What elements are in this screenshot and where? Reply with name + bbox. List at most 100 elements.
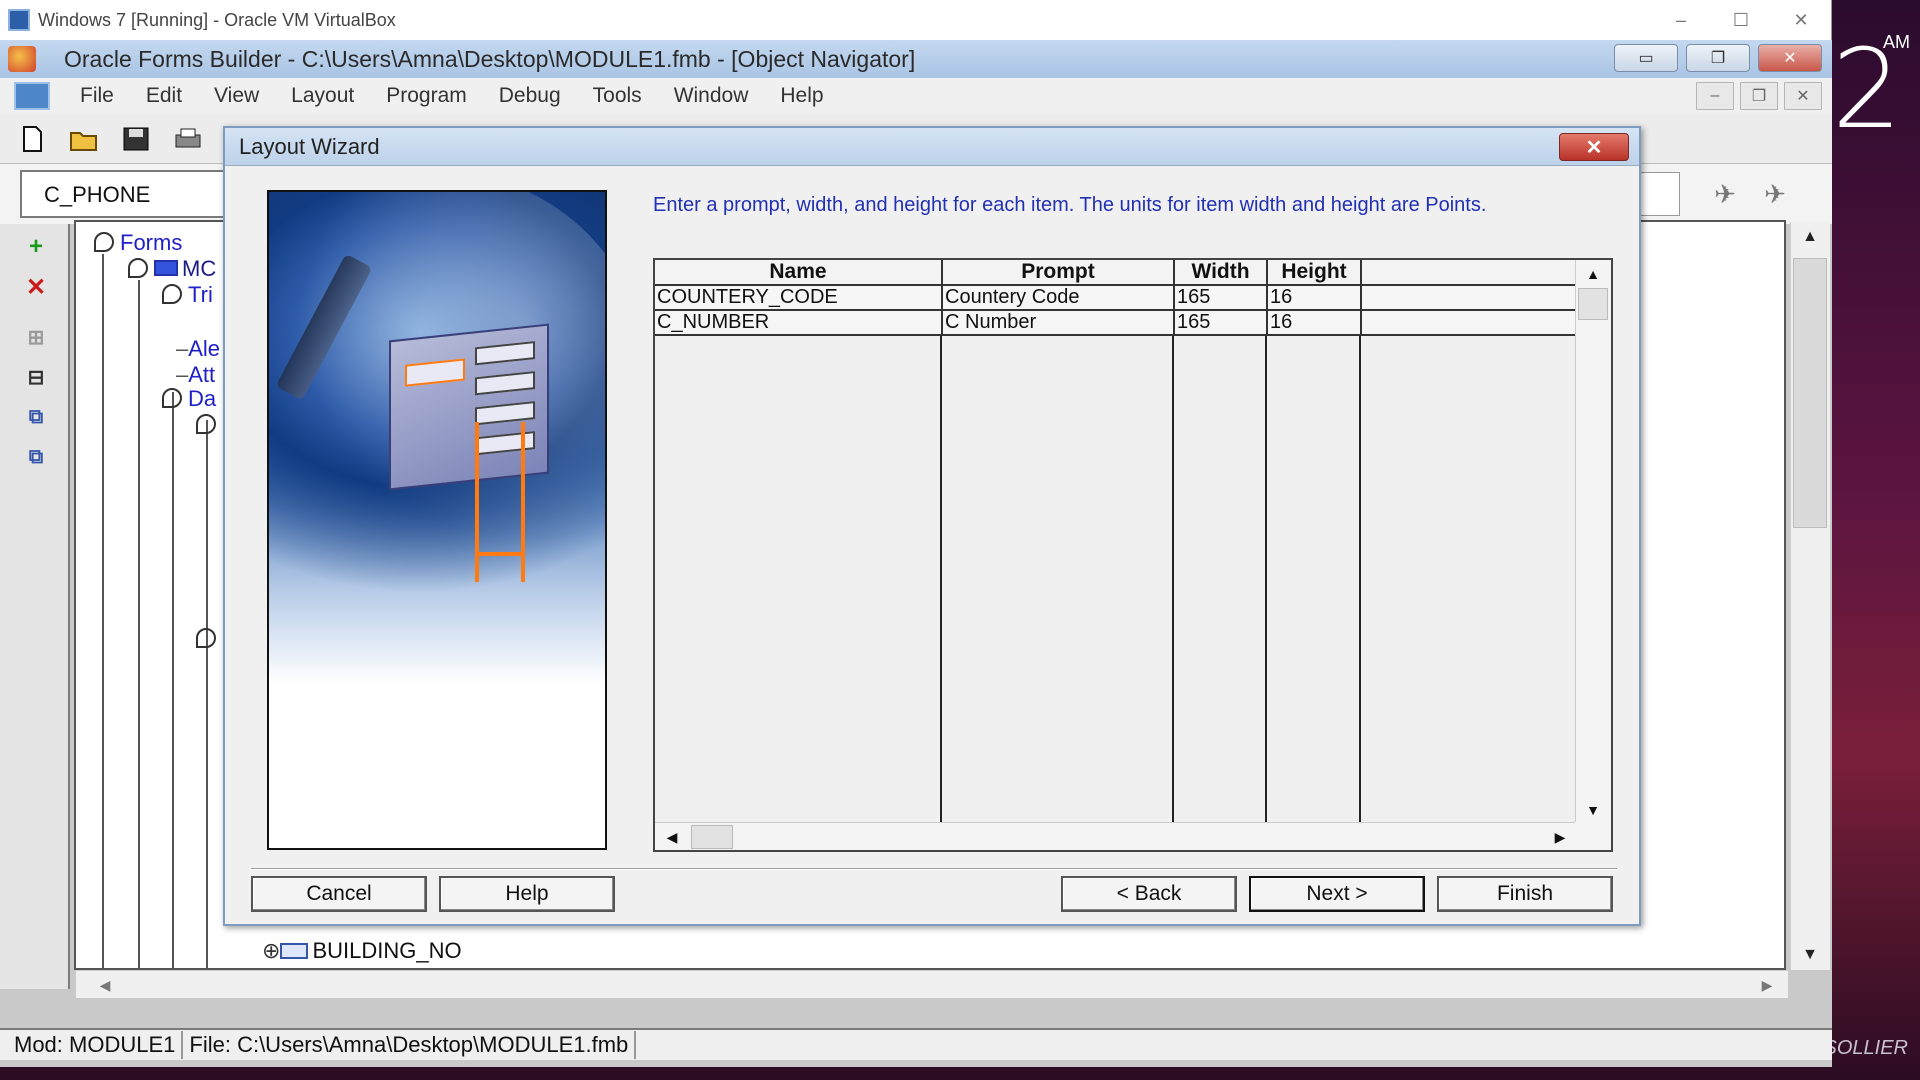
child-close-button[interactable]: ✕ (1784, 82, 1822, 110)
scroll-down-arrow[interactable]: ▼ (1576, 796, 1610, 824)
tree-node-label: Att (188, 362, 216, 387)
delete-icon[interactable]: ✕ (16, 270, 56, 304)
expand-icon[interactable]: ⊞ (16, 320, 56, 354)
find-field[interactable]: C_PHONE (20, 170, 230, 218)
collapse-all-icon[interactable]: ⧉ (16, 440, 56, 474)
column-header-prompt: Prompt (942, 260, 1175, 286)
close-icon[interactable]: ✕ (1559, 133, 1629, 161)
navigator-side-toolbar: + ✕ ⊞ ⊟ ⧉ ⧉ (0, 224, 70, 989)
tree-node-triggers[interactable]: Tri (162, 282, 213, 308)
collapse-node-icon[interactable] (94, 232, 114, 252)
menu-view[interactable]: View (198, 84, 275, 108)
collapse-node-icon[interactable] (162, 388, 182, 408)
tree-node-alerts[interactable]: –Ale (176, 336, 220, 362)
tree-node-block[interactable] (196, 412, 222, 438)
tree-node-data-blocks[interactable]: Da (162, 386, 216, 412)
menu-tools[interactable]: Tools (577, 84, 658, 108)
collapse-node-icon[interactable] (128, 258, 148, 278)
dialog-titlebar: Layout Wizard ✕ (225, 128, 1639, 166)
virtualbox-window-controls: – ☐ ✕ (1651, 0, 1831, 40)
menu-edit[interactable]: Edit (130, 84, 198, 108)
clock-digit: 2 (1832, 25, 1902, 153)
scroll-up-arrow[interactable]: ▲ (1576, 260, 1610, 288)
cell-prompt[interactable]: C Number (942, 310, 1175, 336)
search-backward-icon[interactable]: ✈ (1705, 176, 1745, 212)
collapse-node-icon[interactable] (196, 414, 216, 434)
tree-node-module[interactable]: MC (128, 256, 216, 282)
menu-window[interactable]: Window (658, 84, 765, 108)
cell-name[interactable]: COUNTERY_CODE (655, 285, 943, 311)
tree-node-items[interactable] (196, 626, 222, 652)
wallpaper-signature: SOLLIER (1823, 1037, 1908, 1059)
tree-node-label: BUILDING_NO (312, 938, 462, 963)
minimize-button[interactable]: ▭ (1614, 44, 1678, 72)
tree-node-forms[interactable]: Forms (94, 230, 182, 256)
cancel-button[interactable]: Cancel (251, 876, 427, 912)
column-header-width: Width (1174, 260, 1268, 286)
status-file: File: C:\Users\Amna\Desktop\MODULE1.fmb (183, 1031, 637, 1059)
items-table: Name Prompt Width Height COUNTERY_CODE C… (655, 260, 1577, 336)
scroll-down-arrow[interactable]: ▼ (1791, 940, 1829, 970)
collapse-icon[interactable]: ⊟ (16, 360, 56, 394)
cell-width[interactable]: 165 (1174, 285, 1268, 311)
grid-vertical-scrollbar[interactable]: ▲ ▼ (1575, 260, 1611, 824)
restore-button[interactable]: ❐ (1686, 44, 1750, 72)
cell-width[interactable]: 165 (1174, 310, 1268, 336)
scroll-thumb[interactable] (1578, 288, 1608, 320)
forms-builder-titlebar: Oracle Forms Builder - C:\Users\Amna\Des… (0, 40, 1832, 78)
scroll-thumb[interactable] (691, 825, 733, 849)
scroll-left-arrow[interactable]: ◀ (90, 971, 120, 999)
scroll-left-arrow[interactable]: ◀ (657, 823, 687, 851)
column-header-height: Height (1267, 260, 1362, 286)
tree-node-attached-libraries[interactable]: –Att (176, 362, 215, 388)
close-button[interactable]: ✕ (1758, 44, 1822, 72)
cell-height[interactable]: 16 (1267, 285, 1362, 311)
save-icon[interactable] (118, 123, 154, 155)
maximize-button[interactable]: ☐ (1711, 0, 1771, 40)
open-folder-icon[interactable] (66, 123, 102, 155)
scroll-thumb[interactable] (1793, 258, 1827, 528)
expand-node-icon[interactable]: ⊕ (262, 938, 280, 963)
object-navigator-icon[interactable] (14, 82, 50, 110)
scroll-right-arrow[interactable]: ▶ (1545, 823, 1575, 851)
dialog-title: Layout Wizard (239, 133, 380, 159)
minimize-button[interactable]: – (1651, 0, 1711, 40)
collapse-node-icon[interactable] (196, 628, 216, 648)
search-forward-icon[interactable]: ✈ (1755, 176, 1795, 212)
expand-all-icon[interactable]: ⧉ (16, 400, 56, 434)
new-file-icon[interactable] (14, 123, 50, 155)
menu-layout[interactable]: Layout (275, 84, 370, 108)
forms-builder-title: Oracle Forms Builder - C:\Users\Amna\Des… (64, 45, 916, 72)
menu-help[interactable]: Help (764, 84, 839, 108)
column-header-name: Name (655, 260, 943, 286)
child-restore-button[interactable]: ❐ (1740, 82, 1778, 110)
tree-node-label: Ale (188, 336, 221, 361)
child-window-controls: – ❐ ✕ (1696, 82, 1822, 110)
tree-node-building-no[interactable]: ⊕ BUILDING_NO (262, 938, 462, 964)
forms-builder-window-controls: ▭ ❐ ✕ (1614, 44, 1822, 72)
cell-prompt[interactable]: Countery Code (942, 285, 1175, 311)
finish-button[interactable]: Finish (1437, 876, 1613, 912)
cell-name[interactable]: C_NUMBER (655, 310, 943, 336)
print-icon[interactable] (170, 123, 206, 155)
collapse-node-icon[interactable] (162, 284, 182, 304)
menu-program[interactable]: Program (370, 84, 483, 108)
cell-height[interactable]: 16 (1267, 310, 1362, 336)
virtualbox-titlebar: Windows 7 [Running] - Oracle VM VirtualB… (0, 0, 1831, 40)
navigator-vertical-scrollbar[interactable]: ▲ ▼ (1790, 222, 1830, 970)
close-button[interactable]: ✕ (1771, 0, 1831, 40)
grid-horizontal-scrollbar[interactable]: ◀ ▶ (655, 822, 1577, 850)
virtualbox-title: Windows 7 [Running] - Oracle VM VirtualB… (38, 9, 396, 30)
menu-file[interactable]: File (64, 84, 130, 108)
scroll-up-arrow[interactable]: ▲ (1791, 222, 1829, 252)
menu-debug[interactable]: Debug (483, 84, 577, 108)
create-icon[interactable]: + (16, 230, 56, 264)
child-minimize-button[interactable]: – (1696, 82, 1734, 110)
scroll-right-arrow[interactable]: ▶ (1752, 971, 1782, 999)
help-button[interactable]: Help (439, 876, 615, 912)
tree-node-label: Forms (120, 230, 183, 255)
back-button[interactable]: < Back (1061, 876, 1237, 912)
navigator-horizontal-scrollbar[interactable]: ◀ ▶ (76, 970, 1788, 998)
next-button[interactable]: Next > (1249, 876, 1425, 912)
wizard-illustration (267, 190, 607, 850)
